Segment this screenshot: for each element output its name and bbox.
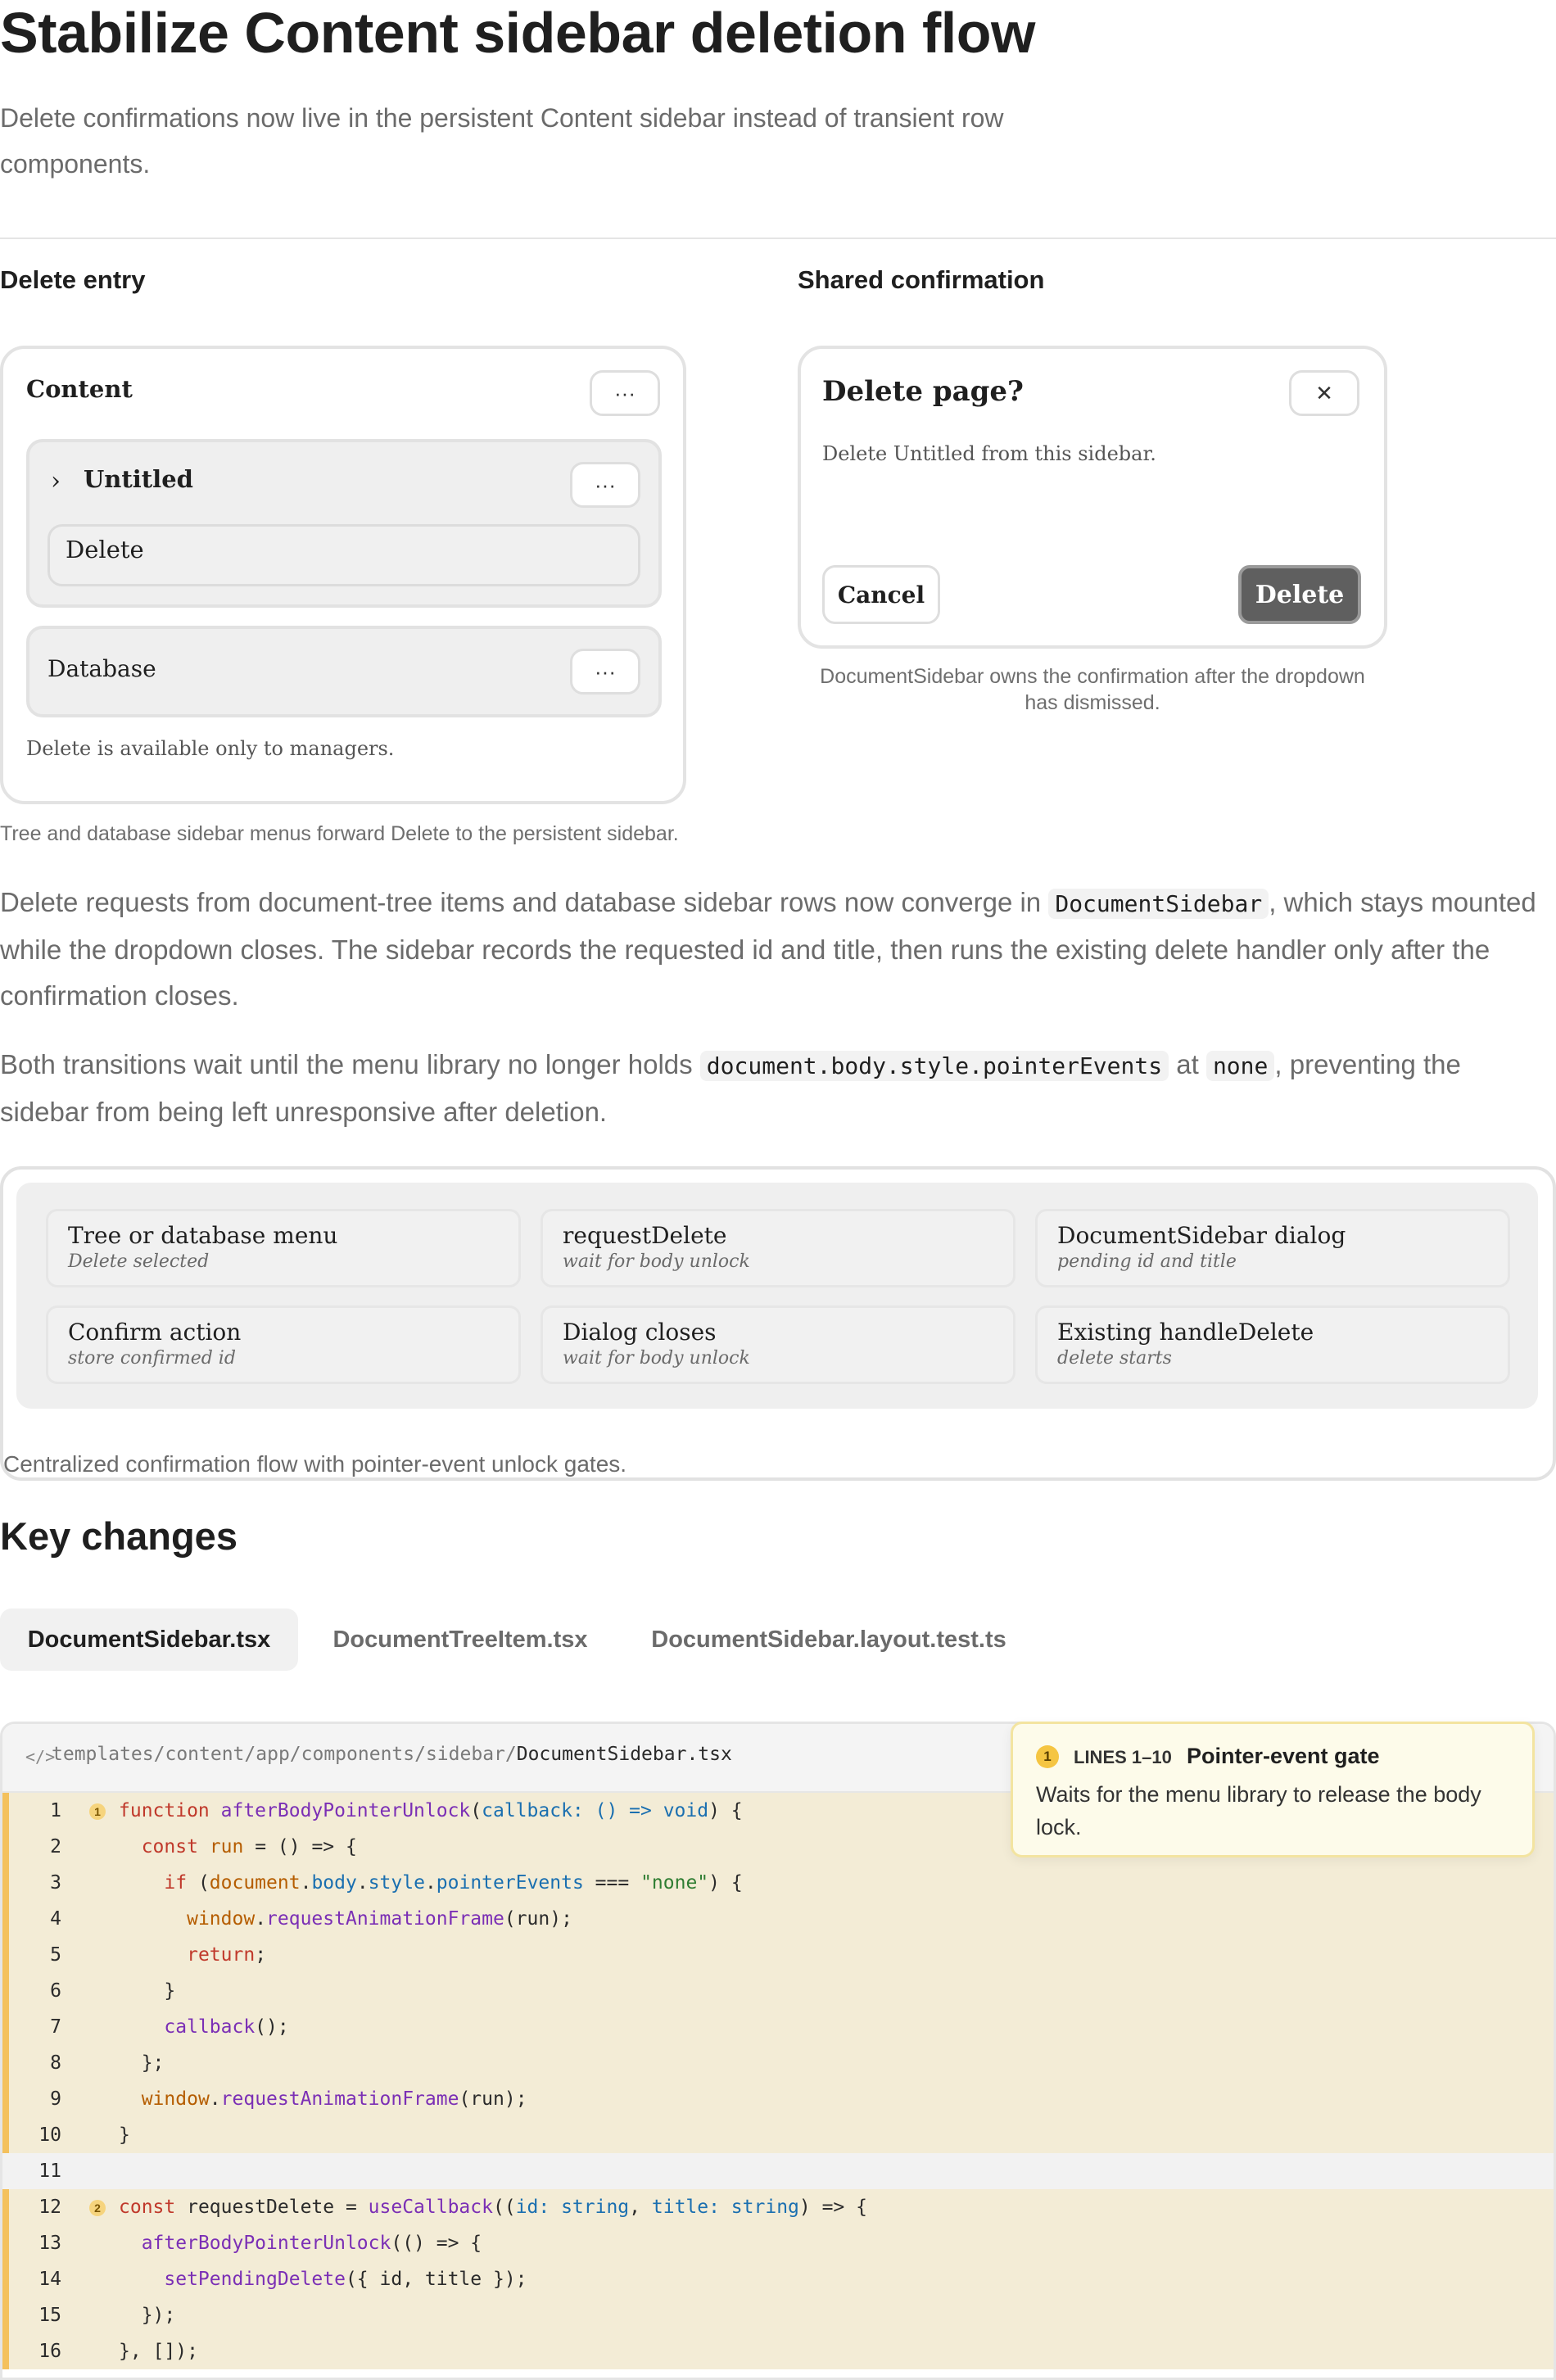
body-paragraph-1: Delete requests from document-tree items… xyxy=(0,887,1536,1011)
code-line: 12 2 const requestDelete = useCallback((id… xyxy=(2,2189,1554,2225)
inline-code: document.body.style.pointerEvents xyxy=(699,1051,1169,1081)
confirmation-caption-line-2: has dismissed. xyxy=(1025,691,1160,714)
inline-code: DocumentSidebar xyxy=(1048,889,1269,919)
file-path: templates/content/app/components/sidebar… xyxy=(52,1744,732,1765)
body-paragraph-2: Both transitions wait until the menu lib… xyxy=(0,1049,1461,1127)
code-line: 8 }; xyxy=(2,2045,1554,2081)
sidebar-more-button[interactable]: ··· xyxy=(590,370,660,416)
flow-step-dialog-closes: Dialog closes wait for body unlock xyxy=(541,1305,1015,1384)
tree-item-label[interactable]: Untitled xyxy=(84,465,193,493)
annotation-number: 1 xyxy=(1036,1745,1059,1768)
confirm-delete-button[interactable]: Delete xyxy=(1238,565,1361,624)
database-more-button[interactable]: ··· xyxy=(570,649,640,695)
key-changes-heading: Key changes xyxy=(0,1514,237,1558)
code-line: 5 return; xyxy=(2,1937,1554,1973)
code-line: 4 window.requestAnimationFrame(run); xyxy=(2,1901,1554,1937)
flow-step-confirm-action: Confirm action store confirmed id xyxy=(46,1305,521,1384)
code-line: 9 window.requestAnimationFrame(run); xyxy=(2,2081,1554,2117)
database-item-label[interactable]: Database xyxy=(47,655,156,682)
code-line: 11 xyxy=(2,2153,1554,2189)
dialog-body: Delete Untitled from this sidebar. xyxy=(822,442,1156,465)
code-line: 14 setPendingDelete({ id, title }); xyxy=(2,2261,1554,2297)
tab-document-sidebar[interactable]: DocumentSidebar.tsx xyxy=(0,1609,298,1671)
inline-code: none xyxy=(1205,1051,1275,1081)
annotation-badge[interactable]: 1 xyxy=(89,1803,106,1820)
code-line: 10} xyxy=(2,2117,1554,2153)
code-line: 13 afterBodyPointerUnlock(() => { xyxy=(2,2225,1554,2261)
delete-entry-caption: Tree and database sidebar menus forward … xyxy=(0,822,679,845)
divider xyxy=(0,238,1556,239)
flow-step-sidebar-dialog: DocumentSidebar dialog pending id and tit… xyxy=(1035,1209,1510,1287)
code-line: 6 } xyxy=(2,1973,1554,2009)
sidebar-title: Content xyxy=(26,375,133,403)
tab-layout-test[interactable]: DocumentSidebar.layout.test.ts xyxy=(629,1609,1029,1671)
annotation-body: Waits for the menu library to release th… xyxy=(1036,1782,1481,1839)
dialog-title: Delete page? xyxy=(822,375,1024,408)
flow-step-tree-menu: Tree or database menu Delete selected xyxy=(46,1209,521,1287)
code-line: 7 callback(); xyxy=(2,2009,1554,2045)
delete-entry-heading: Delete entry xyxy=(0,265,146,294)
tab-document-tree-item[interactable]: DocumentTreeItem.tsx xyxy=(314,1609,606,1671)
annotation-callout: 1 LINES 1–10 Pointer-event gate Waits fo… xyxy=(1011,1722,1535,1857)
delete-menu-item-label: Delete xyxy=(66,536,144,563)
chevron-right-icon[interactable]: › xyxy=(51,467,61,495)
annotation-lines: LINES 1–10 xyxy=(1074,1747,1172,1767)
page-title: Stabilize Content sidebar deletion flow xyxy=(0,1,1035,65)
close-icon[interactable]: ✕ xyxy=(1289,370,1359,416)
tree-item-more-button[interactable]: ··· xyxy=(570,462,640,508)
annotation-title: Pointer-event gate xyxy=(1187,1744,1380,1768)
confirmation-caption-line-1: DocumentSidebar owns the confirmation af… xyxy=(820,665,1365,688)
code-line: 16}, []); xyxy=(2,2333,1554,2369)
flow-caption: Centralized confirmation flow with point… xyxy=(3,1451,627,1477)
code-line: 15 }); xyxy=(2,2297,1554,2333)
code-line: 3 if (document.body.style.pointerEvents … xyxy=(2,1865,1554,1901)
code-icon: </> xyxy=(25,1747,56,1767)
flow-step-request-delete: requestDelete wait for body unlock xyxy=(541,1209,1015,1287)
flow-step-handle-delete: Existing handleDelete delete starts xyxy=(1035,1305,1510,1384)
cancel-button[interactable]: Cancel xyxy=(822,565,940,624)
shared-confirmation-heading: Shared confirmation xyxy=(798,265,1045,294)
managers-note: Delete is available only to managers. xyxy=(26,737,395,760)
annotation-badge[interactable]: 2 xyxy=(89,2200,106,2216)
page-lede: Delete confirmations now live in the per… xyxy=(0,103,1004,179)
